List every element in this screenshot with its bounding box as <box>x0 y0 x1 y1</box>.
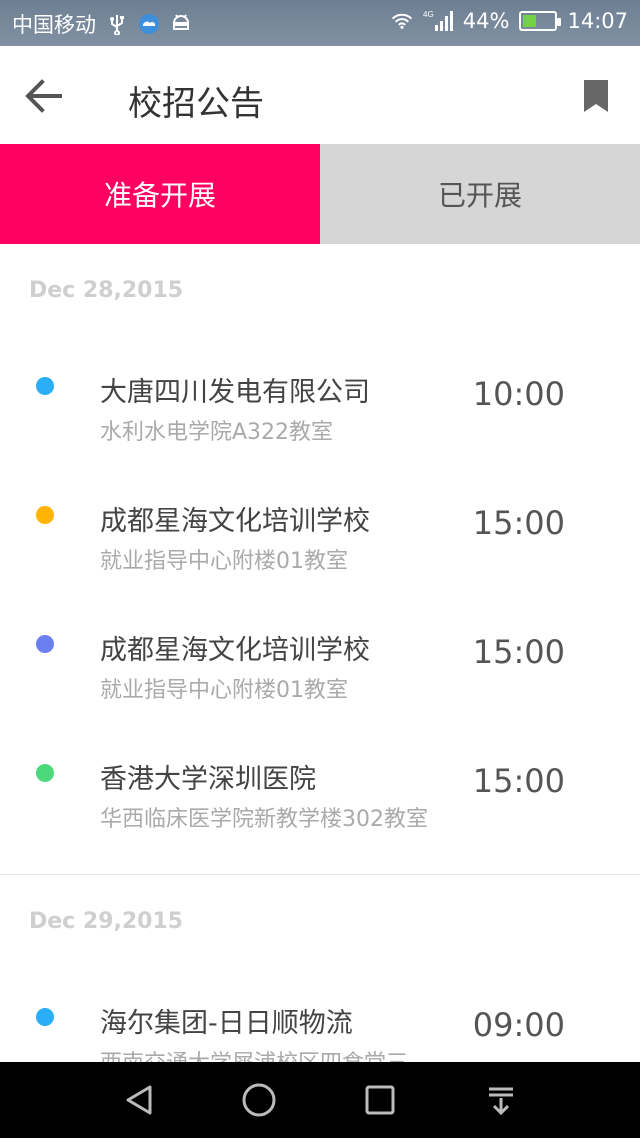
battery-fill <box>523 15 537 27</box>
status-bar: 中国移动 4G 44% 14:07 <box>0 0 640 46</box>
page-title: 校招公告 <box>128 84 264 124</box>
android-icon <box>170 13 192 35</box>
back-triangle-icon <box>126 1085 152 1115</box>
tab-upcoming[interactable]: 准备开展 <box>0 144 320 244</box>
location-text: 水利水电学院A322教室 <box>100 420 334 445</box>
time-text: 15:00 <box>472 504 565 542</box>
list-item[interactable]: 海尔集团-日日顺物流 西南交通大学犀浦校区四食堂三 09:00 <box>0 970 640 1062</box>
back-button[interactable] <box>22 74 66 118</box>
list-item[interactable]: 成都星海文化培训学校 就业指导中心附楼01教室 15:00 <box>0 468 640 597</box>
location-text: 西南交通大学犀浦校区四食堂三 <box>100 1050 450 1062</box>
arrow-left-icon <box>25 79 62 113</box>
status-bar-right: 4G 44% 14:07 <box>391 9 628 33</box>
company-name: 香港大学深圳医院 <box>100 764 316 795</box>
nav-back-button[interactable] <box>119 1080 159 1120</box>
tab-held[interactable]: 已开展 <box>320 144 640 244</box>
status-dot <box>36 635 54 653</box>
time-text: 09:00 <box>472 1006 565 1044</box>
location-text: 就业指导中心附楼01教室 <box>100 549 348 574</box>
battery-percent: 44% <box>462 9 510 33</box>
nav-home-button[interactable] <box>239 1080 279 1120</box>
date-header: Dec 29,2015 <box>29 909 184 934</box>
company-name: 成都星海文化培训学校 <box>100 635 370 666</box>
carrier-name: 中国移动 <box>12 13 96 37</box>
recents-square-icon <box>365 1085 395 1115</box>
status-dot <box>36 764 54 782</box>
nav-recents-button[interactable] <box>360 1080 400 1120</box>
battery-nub <box>557 18 562 26</box>
date-header: Dec 28,2015 <box>29 278 184 303</box>
company-name: 成都星海文化培训学校 <box>100 506 370 537</box>
status-dot <box>36 506 54 524</box>
status-bar-left: 中国移动 <box>12 9 192 39</box>
battery-icon <box>519 11 562 31</box>
weather-icon <box>138 13 160 35</box>
tab-bar: 准备开展 已开展 <box>0 144 640 244</box>
time-text: 10:00 <box>472 375 565 413</box>
location-text: 就业指导中心附楼01教室 <box>100 678 348 703</box>
nav-notification-button[interactable] <box>481 1080 521 1120</box>
time-text: 15:00 <box>472 762 565 800</box>
system-nav-bar <box>0 1062 640 1138</box>
company-name: 大唐四川发电有限公司 <box>100 377 370 408</box>
status-dot <box>36 377 54 395</box>
list-item[interactable]: 大唐四川发电有限公司 水利水电学院A322教室 10:00 <box>0 339 640 468</box>
wifi-icon <box>391 10 413 32</box>
announcement-list[interactable]: Dec 28,2015 大唐四川发电有限公司 水利水电学院A322教室 10:0… <box>0 244 640 1062</box>
network-type: 4G <box>423 10 434 19</box>
signal-icon: 4G <box>423 10 453 32</box>
app-bar: 校招公告 <box>0 46 640 144</box>
bookmark-icon <box>584 80 608 112</box>
bookmark-button[interactable] <box>580 76 612 116</box>
list-item[interactable]: 香港大学深圳医院 华西临床医学院新教学楼302教室 15:00 <box>0 726 640 874</box>
clock: 14:07 <box>567 9 628 33</box>
time-text: 15:00 <box>472 633 565 671</box>
company-name: 海尔集团-日日顺物流 <box>100 1008 353 1039</box>
status-dot <box>36 1008 54 1026</box>
location-text: 华西临床医学院新教学楼302教室 <box>100 807 428 832</box>
list-item[interactable]: 成都星海文化培训学校 就业指导中心附楼01教室 15:00 <box>0 597 640 726</box>
notification-pull-icon <box>489 1087 513 1116</box>
usb-icon <box>106 13 128 35</box>
home-circle-icon <box>242 1083 276 1117</box>
